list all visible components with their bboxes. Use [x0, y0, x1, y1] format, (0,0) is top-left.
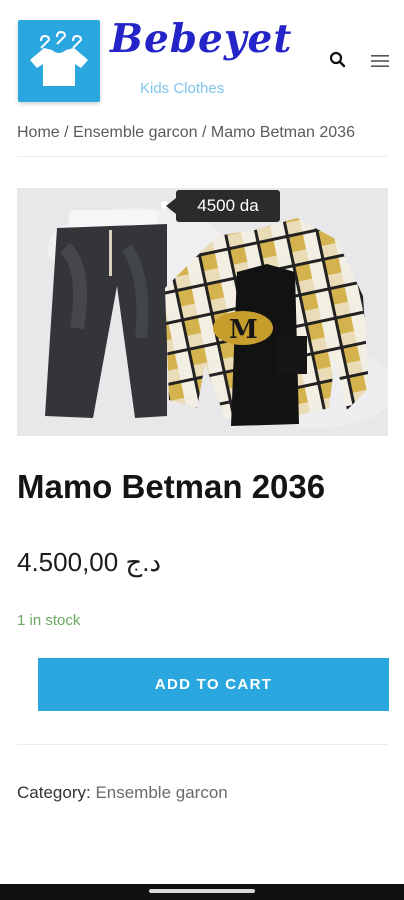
- clothes-hangers-icon: [30, 30, 88, 86]
- breadcrumb-category-link[interactable]: Ensemble garcon: [73, 124, 198, 141]
- category-link[interactable]: Ensemble garcon: [95, 783, 227, 802]
- site-header: Bebeyet Kids Clothes: [0, 0, 404, 110]
- product-image[interactable]: M: [17, 188, 388, 436]
- breadcrumb-separator: /: [59, 124, 74, 141]
- category-label: Category:: [17, 783, 91, 802]
- home-indicator[interactable]: [149, 889, 255, 893]
- product-photo: M: [17, 188, 388, 436]
- image-price-tag: 4500 da: [166, 190, 280, 222]
- breadcrumb-separator: /: [197, 124, 211, 141]
- search-button[interactable]: [328, 50, 348, 70]
- logo[interactable]: [18, 20, 100, 102]
- stock-status: 1 in stock: [17, 612, 81, 629]
- breadcrumb-home-link[interactable]: Home: [17, 124, 60, 141]
- product-price: 4.500,00 د.ج: [17, 547, 162, 577]
- svg-text:M: M: [229, 315, 258, 345]
- add-to-cart-button[interactable]: ADD TO CART: [38, 658, 389, 711]
- brand-name[interactable]: Bebeyet: [110, 14, 291, 64]
- brand-tagline: Kids Clothes: [140, 80, 225, 97]
- breadcrumb-current: Mamo Betman 2036: [210, 124, 355, 141]
- search-icon: [329, 51, 346, 68]
- product-category: Category: Ensemble garcon: [17, 783, 228, 803]
- hamburger-menu-icon: [371, 55, 389, 67]
- breadcrumb: Home / Ensemble garcon / Mamo Betman 203…: [17, 124, 355, 142]
- divider: [17, 156, 388, 157]
- product-title: Mamo Betman 2036: [17, 468, 326, 505]
- divider: [17, 744, 388, 745]
- menu-button[interactable]: [370, 52, 390, 70]
